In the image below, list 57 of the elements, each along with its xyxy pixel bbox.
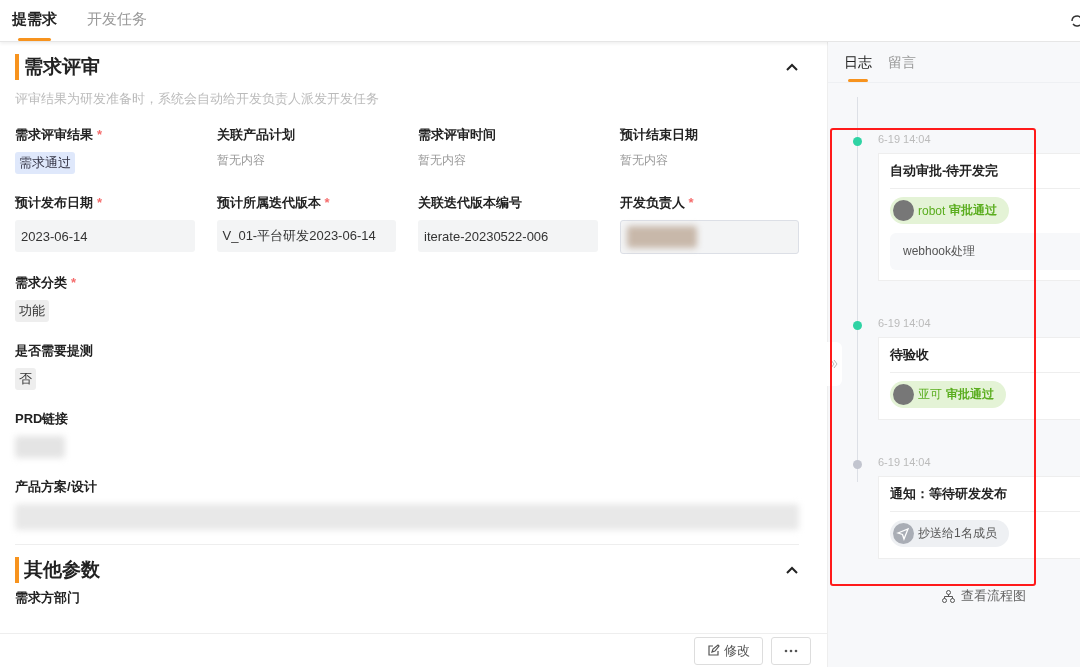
field-label: 需求方部门 <box>15 589 80 607</box>
required-asterisk: * <box>324 195 330 210</box>
input-field[interactable]: V_01-平台研发2023-06-14 <box>216 220 396 252</box>
section-hint: 评审结果为研发准备时，系统会自动给开发负责人派发开发任务 <box>15 90 380 108</box>
field-label: PRD链接 <box>15 410 69 428</box>
field-label: 产品方案/设计 <box>15 478 97 496</box>
input-field[interactable]: iterate-20230522-006 <box>418 220 598 252</box>
field-label: 预计发布日期 * <box>15 194 103 212</box>
field-label: 是否需要提测 <box>15 342 93 360</box>
edit-button[interactable]: 修改 <box>694 636 763 665</box>
field-label: 需求分类 * <box>15 274 77 292</box>
required-asterisk: * <box>97 127 103 142</box>
redacted-block <box>626 226 697 248</box>
required-asterisk: * <box>71 275 77 290</box>
empty-value: 暂无内容 <box>418 152 466 169</box>
flowchart-link[interactable]: 查看流程图 <box>942 587 1026 605</box>
log-title: 通知：等待研发发布 <box>890 477 1080 512</box>
field-label: 开发负责人 * <box>619 194 694 212</box>
field-label: 关联产品计划 <box>216 126 295 144</box>
edit-icon <box>707 644 720 657</box>
input-field[interactable]: 2023-06-14 <box>15 220 195 252</box>
refresh-icon[interactable] <box>1070 14 1080 28</box>
avatar-icon <box>893 384 914 405</box>
value-chip: 功能 <box>15 300 49 322</box>
log-time: 6-19 14:04 <box>878 133 932 145</box>
required-asterisk: * <box>97 195 103 210</box>
approval-status: 审批通过 <box>946 386 994 403</box>
field-label: 关联迭代版本编号 <box>418 194 522 212</box>
tab[interactable]: 日志 <box>844 54 872 82</box>
section-title: 需求评审 <box>15 54 100 80</box>
redacted-block <box>15 436 65 458</box>
log-time: 6-19 14:04 <box>878 456 932 468</box>
more-icon <box>784 648 798 653</box>
send-icon <box>893 523 914 544</box>
approval-status: 审批通过 <box>949 202 998 219</box>
field-label: 需求评审结果 * <box>15 126 103 144</box>
double-chevron-icon <box>830 359 838 369</box>
user-name: 亚可 <box>918 386 942 403</box>
flowchart-icon <box>942 589 955 603</box>
log-title: 待验收 <box>890 338 1080 373</box>
field-label: 预计所属迭代版本 * <box>216 194 330 212</box>
value-chip: 否 <box>15 368 36 390</box>
section-title: 其他参数 <box>15 557 100 583</box>
log-time: 6-19 14:04 <box>878 317 932 329</box>
person-field[interactable] <box>619 220 799 254</box>
log-title: 自动审批-待开发完 <box>890 154 1080 189</box>
field-label: 预计结束日期 <box>619 126 698 144</box>
empty-value: 暂无内容 <box>216 152 265 169</box>
avatar-icon <box>893 200 914 221</box>
user-name: robot <box>918 203 946 218</box>
status-tag: 需求通过 <box>15 152 75 174</box>
empty-value: 暂无内容 <box>619 152 668 169</box>
cc-text: 抄送给1名成员 <box>918 525 997 542</box>
required-asterisk: * <box>688 195 694 210</box>
tab[interactable]: 提需求 <box>12 10 57 41</box>
log-note: webhook处理 <box>890 233 1080 270</box>
field-label: 需求评审时间 <box>418 126 496 144</box>
